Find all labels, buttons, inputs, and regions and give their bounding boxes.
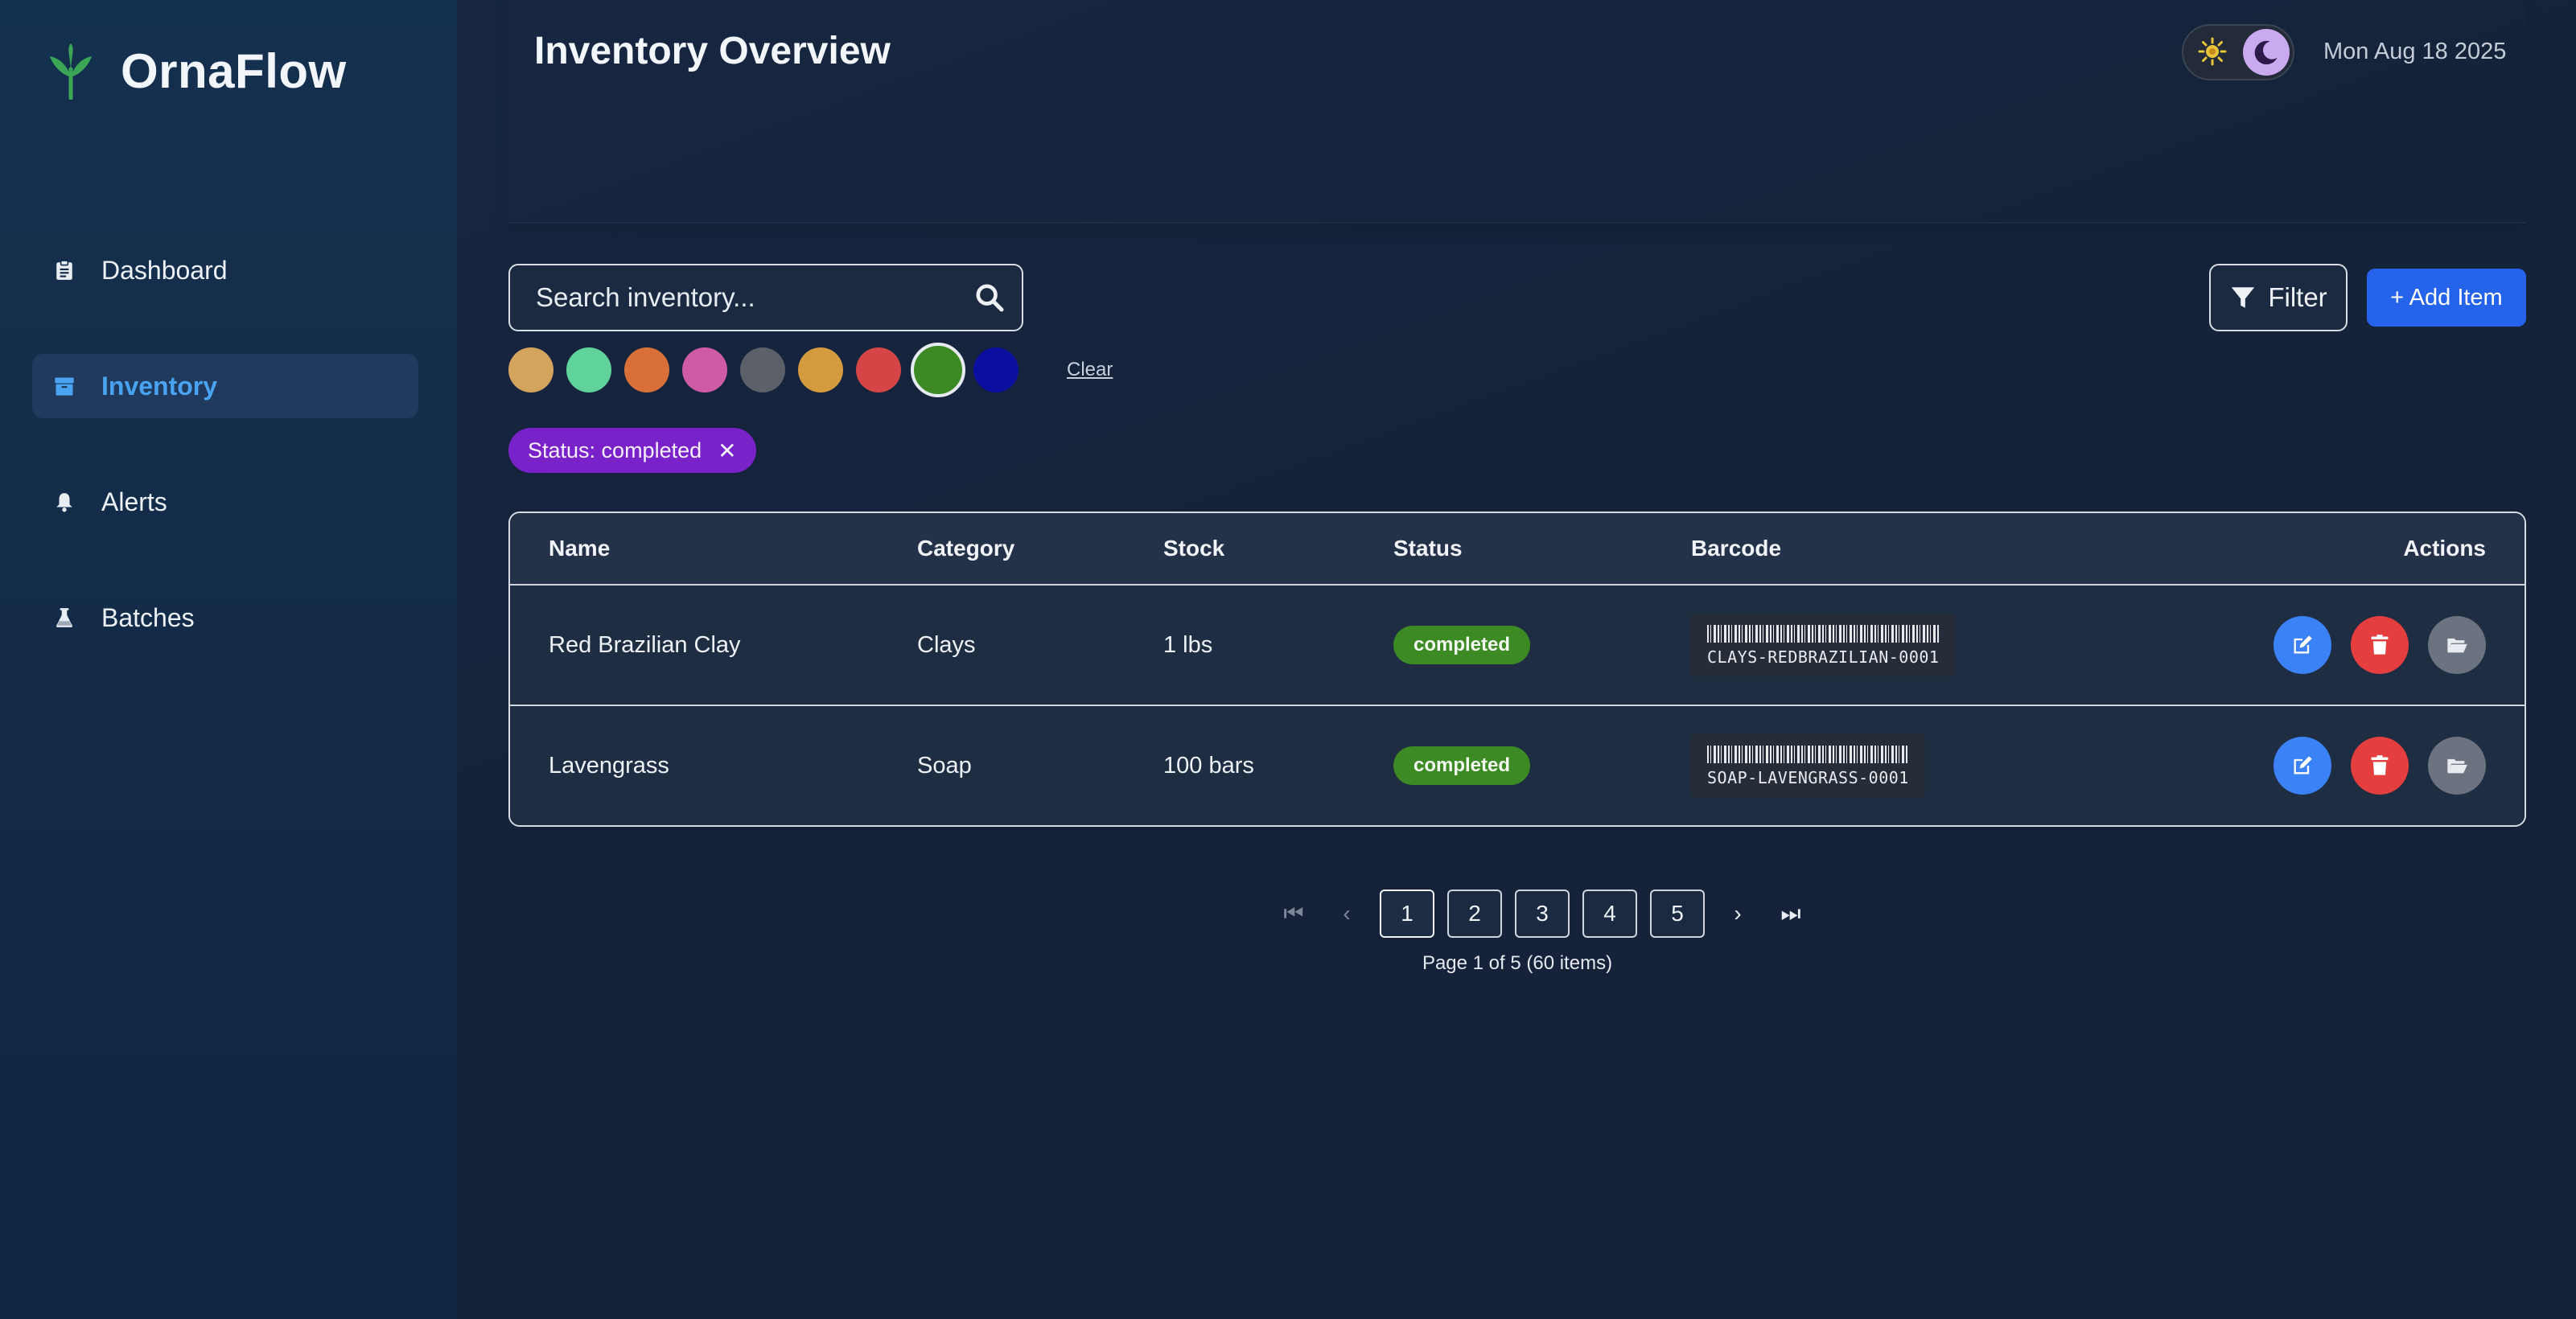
cell-stock: 100 bars — [1163, 752, 1254, 779]
sidebar-item-alerts[interactable]: Alerts — [32, 470, 418, 534]
edit-button[interactable] — [2274, 737, 2331, 795]
color-swatch[interactable] — [508, 347, 553, 392]
active-filter-chip: Status: completed ✕ — [508, 428, 756, 473]
page-button[interactable]: 2 — [1447, 890, 1502, 938]
page-button[interactable]: 1 — [1380, 890, 1434, 938]
app-name: OrnaFlow — [121, 43, 347, 98]
barcode[interactable]: SOAP-LAVENGRASS-0001 — [1691, 734, 1925, 797]
color-swatch[interactable] — [973, 347, 1018, 392]
cell-stock: 1 lbs — [1163, 631, 1213, 658]
leaf-logo-icon — [50, 43, 92, 100]
sun-icon — [2198, 37, 2227, 66]
last-page-button[interactable]: ⏭ — [1764, 901, 1817, 927]
search-input[interactable] — [510, 281, 973, 314]
sidebar-item-label: Batches — [101, 602, 195, 632]
first-page-button[interactable]: ⏮ — [1267, 901, 1320, 927]
color-swatch[interactable] — [566, 347, 611, 392]
delete-button[interactable] — [2351, 616, 2409, 674]
folder-open-icon — [2447, 758, 2467, 774]
next-page-button[interactable]: › — [1711, 901, 1764, 927]
pagination: ⏮ ‹ 1 2 3 4 5 › ⏭ — [0, 890, 2576, 938]
flask-icon — [51, 605, 77, 631]
delete-button[interactable] — [2351, 737, 2409, 795]
color-swatch[interactable] — [740, 347, 785, 392]
barcode-bars — [1707, 625, 1940, 643]
column-header-category[interactable]: Category — [917, 536, 1014, 561]
column-header-stock[interactable]: Stock — [1163, 536, 1224, 561]
clipboard-icon — [51, 257, 77, 283]
sidebar-item-inventory[interactable]: Inventory — [32, 354, 418, 418]
clear-colors-link[interactable]: Clear — [1067, 359, 1113, 381]
sidebar: OrnaFlow Dashboard Inventory Alerts Batc… — [0, 0, 457, 1319]
theme-toggle[interactable] — [2182, 24, 2294, 80]
filter-button[interactable]: Filter — [2209, 264, 2348, 331]
funnel-icon — [2232, 287, 2255, 308]
remove-filter-icon[interactable]: ✕ — [718, 438, 736, 464]
search-box[interactable] — [508, 264, 1023, 331]
color-swatch[interactable] — [856, 347, 901, 392]
trash-icon — [2371, 635, 2389, 655]
column-header-status[interactable]: Status — [1393, 536, 1463, 561]
page-header: Inventory Overview Mon Aug 18 2025 — [508, 0, 2526, 224]
column-header-actions: Actions — [2403, 536, 2486, 561]
search-icon[interactable] — [973, 281, 1006, 314]
page-title: Inventory Overview — [534, 30, 891, 72]
pagination-info: Page 1 of 5 (60 items) — [1422, 952, 1613, 974]
status-badge: completed — [1393, 746, 1531, 785]
trash-icon — [2371, 755, 2389, 775]
open-folder-button[interactable] — [2428, 737, 2486, 795]
edit-button[interactable] — [2274, 616, 2331, 674]
barcode-text: CLAYS-REDBRAZILIAN-0001 — [1707, 647, 1940, 667]
cell-name: Red Brazilian Clay — [549, 631, 741, 658]
folder-open-icon — [2447, 638, 2467, 653]
edit-icon — [2294, 635, 2312, 654]
column-header-barcode[interactable]: Barcode — [1691, 536, 1781, 561]
page-button[interactable]: 3 — [1515, 890, 1570, 938]
sidebar-nav: Dashboard Inventory Alerts Batches — [32, 238, 418, 701]
barcode[interactable]: CLAYS-REDBRAZILIAN-0001 — [1691, 614, 1956, 676]
column-header-name[interactable]: Name — [549, 536, 610, 561]
sidebar-item-batches[interactable]: Batches — [32, 586, 418, 650]
edit-icon — [2294, 756, 2312, 775]
filter-button-label: Filter — [2268, 282, 2327, 312]
color-filter-swatches: Clear — [508, 343, 1113, 397]
status-badge: completed — [1393, 626, 1531, 664]
filter-chip-label: Status: completed — [528, 438, 702, 462]
prev-page-button[interactable]: ‹ — [1320, 901, 1373, 927]
cell-category: Clays — [917, 631, 976, 658]
color-swatch[interactable] — [624, 347, 669, 392]
sidebar-item-label: Alerts — [101, 487, 167, 516]
color-swatch[interactable] — [798, 347, 843, 392]
color-swatch[interactable] — [682, 347, 727, 392]
cell-category: Soap — [917, 752, 972, 779]
sidebar-item-label: Inventory — [101, 371, 218, 401]
moon-icon — [2243, 29, 2290, 76]
sidebar-item-label: Dashboard — [101, 255, 228, 285]
sidebar-item-dashboard[interactable]: Dashboard — [32, 238, 418, 302]
page-button[interactable]: 4 — [1582, 890, 1637, 938]
current-date: Mon Aug 18 2025 — [2323, 39, 2507, 64]
barcode-bars — [1707, 746, 1909, 763]
add-item-button[interactable]: + Add Item — [2367, 269, 2526, 327]
box-icon — [51, 373, 77, 399]
brand[interactable]: OrnaFlow — [47, 42, 347, 100]
page-button[interactable]: 5 — [1650, 890, 1705, 938]
cell-name: Lavengrass — [549, 752, 669, 779]
color-swatch[interactable] — [911, 343, 965, 397]
table-row[interactable]: Lavengrass Soap 100 bars completed SOAP-… — [510, 705, 2525, 825]
table-row[interactable]: Red Brazilian Clay Clays 1 lbs completed… — [510, 586, 2525, 705]
inventory-table: Name Category Stock Status Barcode Actio… — [508, 512, 2526, 827]
open-folder-button[interactable] — [2428, 616, 2486, 674]
table-header: Name Category Stock Status Barcode Actio… — [510, 513, 2525, 586]
bell-icon — [51, 489, 77, 515]
barcode-text: SOAP-LAVENGRASS-0001 — [1707, 768, 1909, 787]
